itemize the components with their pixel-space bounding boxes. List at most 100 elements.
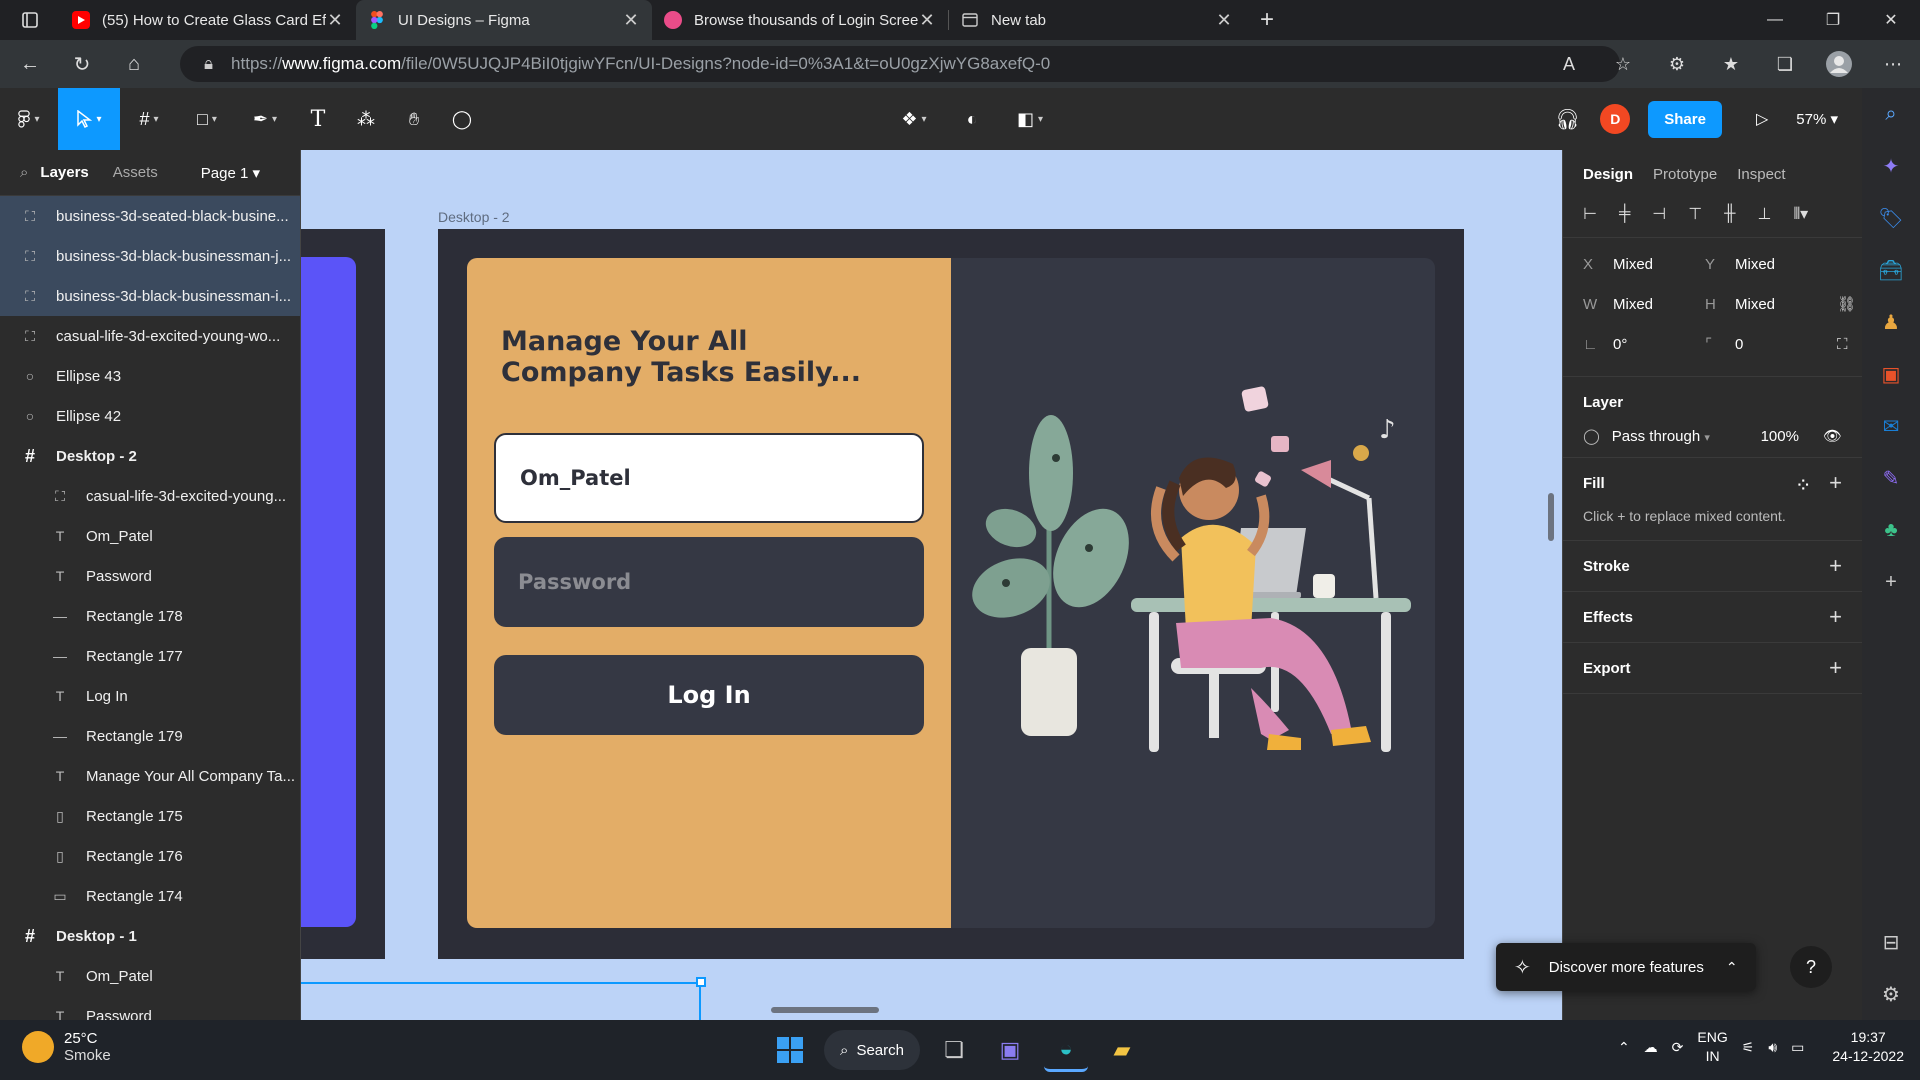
layer-item[interactable]: — Rectangle 178 bbox=[0, 596, 300, 636]
clock[interactable]: 19:37 24-12-2022 bbox=[1832, 1028, 1904, 1066]
add-fill-icon[interactable]: + bbox=[1829, 470, 1842, 495]
layer-item[interactable]: T Password bbox=[0, 996, 300, 1021]
layer-item[interactable]: ⛶ casual-life-3d-excited-young... bbox=[0, 476, 300, 516]
vertical-scrollbar[interactable] bbox=[1548, 493, 1554, 541]
blend-mode-dropdown[interactable]: Pass through ▾ bbox=[1612, 428, 1761, 445]
figma-menu-button[interactable]: ▾ bbox=[0, 88, 58, 150]
collections-icon[interactable]: ❏ bbox=[1758, 54, 1812, 75]
minimize-icon[interactable]: — bbox=[1746, 0, 1804, 40]
battery-icon[interactable]: ▭ bbox=[1791, 1039, 1804, 1056]
password-field[interactable]: Password bbox=[494, 537, 924, 627]
task-view-icon[interactable]: ❏ bbox=[932, 1028, 976, 1072]
layer-item[interactable]: ⛶ casual-life-3d-excited-young-wo... bbox=[0, 316, 300, 356]
wifi-icon[interactable]: ⚟ bbox=[1742, 1039, 1755, 1056]
close-icon[interactable]: ✕ bbox=[326, 10, 344, 31]
canvas[interactable]: Desktop - 2 Manage Your All Company Task… bbox=[301, 150, 1562, 1020]
taskbar-search[interactable]: ⌕ Search bbox=[824, 1030, 920, 1070]
align-right-icon[interactable]: ⊣ bbox=[1652, 204, 1666, 224]
headphones-icon[interactable]: 🎧︎ bbox=[1555, 107, 1580, 132]
tab-prototype[interactable]: Prototype bbox=[1653, 166, 1717, 183]
w-field[interactable]: Mixed bbox=[1613, 296, 1705, 313]
shape-tool[interactable]: □ ▾ bbox=[178, 88, 236, 150]
text-tool[interactable]: T bbox=[294, 88, 342, 150]
refresh-icon[interactable]: ↻ bbox=[60, 42, 104, 86]
corner-radius-field[interactable]: 0 bbox=[1735, 336, 1827, 353]
help-button[interactable]: ? bbox=[1790, 946, 1832, 988]
opacity-field[interactable]: 100% bbox=[1761, 428, 1799, 445]
close-icon[interactable]: ✕ bbox=[918, 10, 936, 31]
volume-icon[interactable]: 🔊︎ bbox=[1768, 1039, 1777, 1056]
settings-icon[interactable]: ⚙ bbox=[1882, 968, 1900, 1020]
games-icon[interactable]: ♟ bbox=[1882, 296, 1900, 348]
page-dropdown[interactable]: Page 1 ▾ bbox=[201, 164, 260, 182]
align-left-icon[interactable]: ⊢ bbox=[1583, 204, 1597, 224]
layer-item[interactable]: T Log In bbox=[0, 676, 300, 716]
add-stroke-icon[interactable]: + bbox=[1829, 553, 1842, 579]
tab-figma[interactable]: UI Designs – Figma ✕ bbox=[356, 0, 652, 40]
restore-icon[interactable]: ❐ bbox=[1804, 0, 1862, 40]
tab-assets[interactable]: Assets bbox=[113, 164, 158, 181]
layer-item[interactable]: ⛶ business-3d-black-businessman-i... bbox=[0, 276, 300, 316]
zoom-dropdown[interactable]: 57% ▾ bbox=[1796, 110, 1838, 128]
tab-inspect[interactable]: Inspect bbox=[1737, 166, 1785, 183]
layer-item[interactable]: ○ Ellipse 43 bbox=[0, 356, 300, 396]
close-icon[interactable]: ✕ bbox=[622, 10, 640, 31]
rotation-field[interactable]: 0° bbox=[1613, 336, 1705, 353]
add-favorite-icon[interactable]: ☆ bbox=[1596, 54, 1650, 75]
favorites-icon[interactable]: ★ bbox=[1704, 54, 1758, 75]
sync-icon[interactable]: ⟳ bbox=[1672, 1039, 1684, 1056]
layer-item[interactable]: — Rectangle 177 bbox=[0, 636, 300, 676]
login-button[interactable]: Log In bbox=[494, 655, 924, 735]
discover-features-button[interactable]: ✧ Discover more features ⌃ bbox=[1496, 943, 1756, 991]
resize-handle[interactable] bbox=[696, 977, 706, 987]
distribute-icon[interactable]: ⫴▾ bbox=[1793, 204, 1808, 224]
tab-youtube[interactable]: (55) How to Create Glass Card Ef ✕ bbox=[60, 0, 356, 40]
close-icon[interactable]: ✕ bbox=[1215, 10, 1233, 31]
horizontal-scrollbar[interactable] bbox=[771, 1007, 879, 1013]
resources-tool[interactable]: ⁂ bbox=[342, 88, 390, 150]
x-field[interactable]: Mixed bbox=[1613, 256, 1705, 273]
home-icon[interactable]: ⌂ bbox=[112, 42, 156, 86]
move-tool[interactable]: ▾ bbox=[58, 88, 120, 150]
layer-item[interactable]: — Rectangle 179 bbox=[0, 716, 300, 756]
sidebar-toggle-icon[interactable]: ⊟ bbox=[1883, 916, 1900, 968]
add-export-icon[interactable]: + bbox=[1829, 655, 1842, 681]
frame-label[interactable]: Desktop - 2 bbox=[438, 209, 510, 225]
y-field[interactable]: Mixed bbox=[1735, 256, 1827, 273]
extensions-icon[interactable]: ⚙ bbox=[1650, 54, 1704, 75]
comment-tool[interactable]: ◯ bbox=[438, 88, 486, 150]
window-close-icon[interactable]: ✕ bbox=[1862, 0, 1920, 40]
layer-item[interactable]: T Password bbox=[0, 556, 300, 596]
h-field[interactable]: Mixed bbox=[1735, 296, 1827, 313]
present-icon[interactable]: ▷ bbox=[1756, 109, 1768, 129]
eye-icon[interactable]: 👁︎ bbox=[1823, 427, 1842, 445]
username-field[interactable]: Om_Patel bbox=[494, 433, 924, 523]
style-grid-icon[interactable]: ⁘ bbox=[1797, 477, 1809, 493]
copilot-icon[interactable]: ✦ bbox=[1883, 140, 1900, 192]
boolean-tool[interactable]: ◧ ▾ bbox=[1006, 88, 1054, 150]
tab-design[interactable]: Design bbox=[1583, 166, 1633, 183]
new-tab-button[interactable]: + bbox=[1245, 6, 1289, 34]
layer-item[interactable]: ▯ Rectangle 175 bbox=[0, 796, 300, 836]
read-aloud-icon[interactable]: A bbox=[1542, 54, 1596, 75]
designer-icon[interactable]: ✎ bbox=[1883, 452, 1900, 504]
tab-new-tab[interactable]: New tab ✕ bbox=[949, 0, 1245, 40]
tree-icon[interactable]: ♣ bbox=[1884, 504, 1897, 556]
search-icon[interactable]: ⌕ bbox=[20, 164, 28, 181]
outlook-icon[interactable]: ✉ bbox=[1883, 400, 1900, 452]
login-card[interactable]: Manage Your All Company Tasks Easily... … bbox=[467, 258, 951, 928]
headline[interactable]: Manage Your All Company Tasks Easily... bbox=[501, 326, 861, 388]
component-tool[interactable]: ❖ ▾ bbox=[890, 88, 938, 150]
layer-item[interactable]: # Desktop - 1 bbox=[0, 916, 300, 956]
frame-desktop-2[interactable]: Manage Your All Company Tasks Easily... … bbox=[438, 229, 1464, 959]
onedrive-icon[interactable]: ☁ bbox=[1644, 1039, 1658, 1056]
align-horizontal-center-icon[interactable]: ╪ bbox=[1619, 205, 1630, 223]
align-top-icon[interactable]: ⊤ bbox=[1688, 204, 1702, 224]
user-avatar[interactable]: D bbox=[1600, 104, 1631, 134]
office-icon[interactable]: ▣ bbox=[1882, 348, 1901, 400]
tools-icon[interactable]: 🧰︎ bbox=[1878, 244, 1903, 296]
layer-item[interactable]: ⛶ business-3d-black-businessman-j... bbox=[0, 236, 300, 276]
layer-item[interactable]: T Manage Your All Company Ta... bbox=[0, 756, 300, 796]
woman-at-desk-illustration[interactable]: ♪ bbox=[971, 378, 1431, 778]
pen-tool[interactable]: ✒ ▾ bbox=[236, 88, 294, 150]
